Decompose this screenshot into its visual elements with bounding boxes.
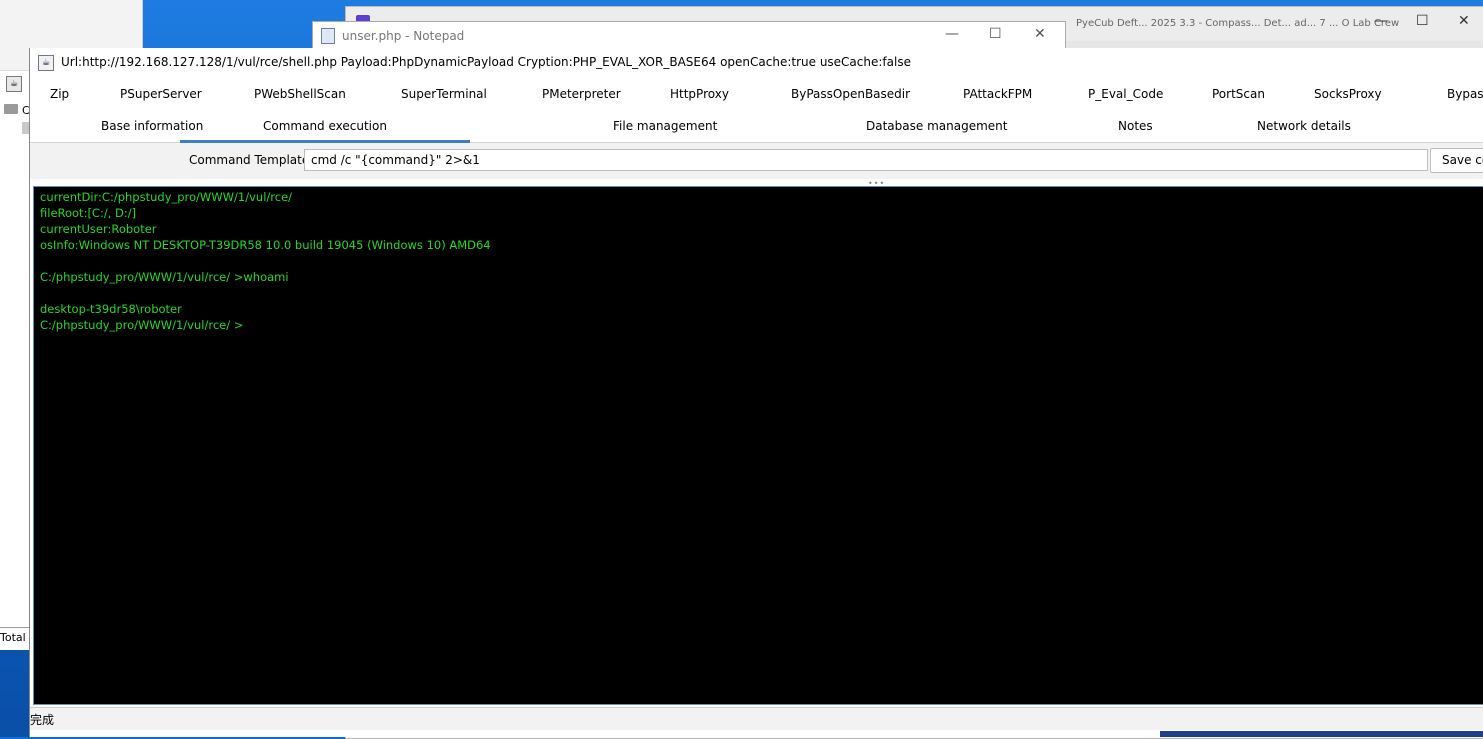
maximize-icon[interactable]: ☐ bbox=[1416, 13, 1429, 29]
notepad-close-icon[interactable]: ✕ bbox=[1034, 26, 1046, 42]
notepad-icon bbox=[321, 28, 335, 44]
terminal-line: C:/phpstudy_pro/WWW/1/vul/rce/ >whoami bbox=[40, 270, 289, 284]
tab-pattackfpm[interactable]: PAttackFPM bbox=[963, 87, 1032, 101]
notepad-title: unser.php - Notepad bbox=[342, 29, 465, 43]
tab-file-management[interactable]: File management bbox=[613, 119, 717, 133]
tab-pwebshellscan[interactable]: PWebShellScan bbox=[254, 87, 346, 101]
command-template-input[interactable]: cmd /c "{command}" 2>&1 bbox=[304, 149, 1428, 171]
terminal-line: fileRoot:[C:/, D:/] bbox=[40, 206, 137, 220]
terminal-line: currentDir:C:/phpstudy_pro/WWW/1/vul/rce… bbox=[40, 190, 293, 204]
close-icon[interactable]: ✕ bbox=[1458, 13, 1470, 29]
tab-pmeterpreter[interactable]: PMeterpreter bbox=[542, 87, 621, 101]
java-icon: ☕ bbox=[38, 55, 54, 71]
tab-notes[interactable]: Notes bbox=[1118, 119, 1153, 133]
notepad-maximize-icon[interactable]: ☐ bbox=[989, 26, 1002, 42]
minimize-icon[interactable]: — bbox=[1374, 13, 1388, 29]
tab-superterminal[interactable]: SuperTerminal bbox=[401, 87, 487, 101]
tab-bypassopenbasedir[interactable]: ByPassOpenBasedir bbox=[791, 87, 910, 101]
tab-p-eval-code[interactable]: P_Eval_Code bbox=[1088, 87, 1163, 101]
plugin-tabbar: Zip PSuperServer PWebShellScan SuperTerm… bbox=[30, 76, 1483, 106]
terminal-line: desktop-t39dr58\roboter bbox=[40, 302, 182, 316]
tab-zip[interactable]: Zip bbox=[50, 87, 69, 101]
tab-command-execution[interactable]: Command execution bbox=[180, 119, 470, 143]
window-titlebar: ☕ Url:http://192.168.127.128/1/vul/rce/s… bbox=[30, 48, 1483, 76]
status-bar: 完成 bbox=[30, 707, 1483, 730]
tab-bypass[interactable]: Bypass bbox=[1447, 87, 1483, 101]
terminal-prompt: C:/phpstudy_pro/WWW/1/vul/rce/ > bbox=[40, 318, 244, 332]
tab-portscan[interactable]: PortScan bbox=[1212, 87, 1265, 101]
terminal-line: currentUser:Roboter bbox=[40, 222, 157, 236]
terminal-line: osInfo:Windows NT DESKTOP-T39DR58 10.0 b… bbox=[40, 238, 491, 252]
tab-network-details[interactable]: Network details bbox=[1257, 119, 1351, 133]
shell-manager-window[interactable]: ☕ Url:http://192.168.127.128/1/vul/rce/s… bbox=[29, 48, 1483, 737]
command-template-label: Command Template bbox=[189, 153, 310, 167]
notepad-window[interactable]: unser.php - Notepad — ☐ ✕ bbox=[312, 21, 1066, 51]
status-text: 完成 bbox=[30, 713, 55, 727]
save-command-button[interactable]: Save co bbox=[1430, 148, 1483, 173]
taskbar bbox=[1160, 731, 1483, 737]
main-tabbar: Base information Command execution File … bbox=[30, 110, 1483, 143]
java-icon: ☕ bbox=[6, 76, 22, 92]
command-template-row: Command Template cmd /c "{command}" 2>&1… bbox=[30, 143, 1483, 179]
terminal-output[interactable]: currentDir:C:/phpstudy_pro/WWW/1/vul/rce… bbox=[33, 186, 1483, 705]
notepad-minimize-icon[interactable]: — bbox=[945, 26, 959, 42]
tab-socksproxy[interactable]: SocksProxy bbox=[1314, 87, 1382, 101]
folder-icon bbox=[4, 104, 18, 114]
browser-tab-text: PyeCub Deft... 2025 3.3 - Compass... Det… bbox=[1076, 18, 1400, 29]
tab-database-management[interactable]: Database management bbox=[866, 119, 1007, 133]
window-title: Url:http://192.168.127.128/1/vul/rce/she… bbox=[61, 55, 911, 69]
tab-httpproxy[interactable]: HttpProxy bbox=[670, 87, 729, 101]
tab-psuperserver[interactable]: PSuperServer bbox=[120, 87, 202, 101]
